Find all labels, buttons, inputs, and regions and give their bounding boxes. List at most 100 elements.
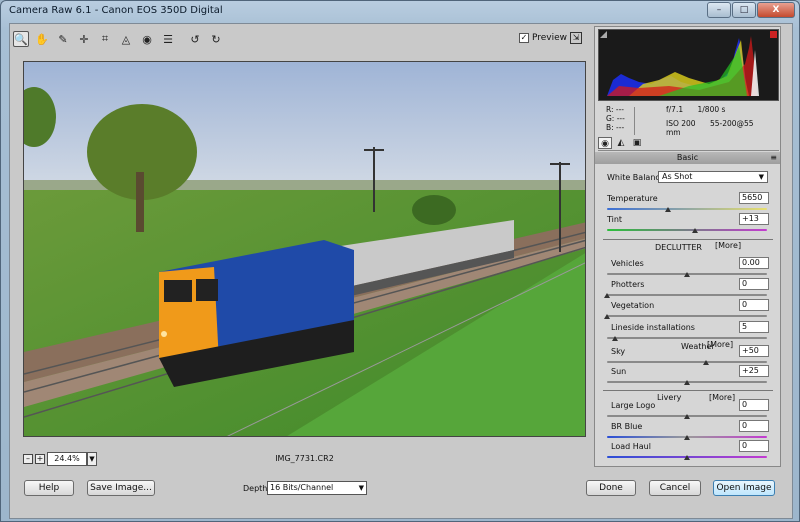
- info-readout: R: --- G: --- B: --- f/7.1 1/800 s ISO 2…: [598, 103, 779, 137]
- white-balance-icon[interactable]: ✎: [55, 31, 71, 47]
- preferences-icon[interactable]: ☰: [160, 31, 176, 47]
- cancel-button[interactable]: Cancel: [649, 480, 701, 496]
- rotate-left-icon[interactable]: ↺: [187, 31, 203, 47]
- close-button[interactable]: X: [757, 2, 795, 18]
- red-eye-icon[interactable]: ◉: [139, 31, 155, 47]
- section-divider: [603, 239, 773, 240]
- preview-checkbox[interactable]: ✓: [519, 33, 529, 43]
- slider-value-field[interactable]: 0.00: [739, 257, 769, 269]
- tool-bar: 🔍 ✋ ✎ ✛ ⌗ ◬ ◉ ☰ ↺ ↻: [13, 29, 589, 49]
- panel-menu-icon[interactable]: ≡: [770, 152, 777, 164]
- white-balance-value: As Shot: [662, 172, 693, 181]
- slider-thumb[interactable]: [684, 435, 690, 440]
- g-value: G: ---: [606, 114, 625, 123]
- slider-track[interactable]: [607, 315, 767, 317]
- rgb-readout: R: --- G: --- B: ---: [606, 105, 625, 132]
- slider-label: Vegetation: [611, 301, 655, 310]
- slider-label: Temperature: [607, 194, 658, 203]
- exif-row-2: ISO 200 55-200@55 mm: [666, 119, 779, 137]
- readout-divider: [634, 107, 635, 135]
- window-title: Camera Raw 6.1 - Canon EOS 350D Digital: [9, 5, 223, 16]
- done-button[interactable]: Done: [586, 480, 636, 496]
- slider-label: Load Haul: [611, 442, 651, 451]
- slider-thumb[interactable]: [684, 455, 690, 460]
- section-title: Basic: [676, 153, 699, 162]
- slider-track[interactable]: [607, 361, 767, 363]
- image-preview[interactable]: [23, 61, 586, 437]
- slider-thumb[interactable]: [692, 228, 698, 233]
- adjustments-panel: R: --- G: --- B: --- f/7.1 1/800 s ISO 2…: [594, 26, 781, 467]
- slider-thumb[interactable]: [684, 272, 690, 277]
- camera-tab-icon[interactable]: ▣: [630, 137, 644, 149]
- color-sampler-icon[interactable]: ✛: [76, 31, 92, 47]
- aperture: f/7.1: [666, 105, 684, 114]
- minimize-button[interactable]: –: [707, 2, 731, 18]
- fullscreen-icon[interactable]: ⇲: [570, 32, 582, 44]
- slider-value-field[interactable]: 0: [739, 399, 769, 411]
- dialog-footer: Help Save Image... Depth: 16 Bits/Channe…: [9, 471, 793, 519]
- slider-track[interactable]: [607, 337, 767, 339]
- depth-select[interactable]: 16 Bits/Channel ▼: [267, 481, 367, 495]
- declutter-heading: DECLUTTER: [655, 243, 702, 252]
- preview-status-bar: – + 24.4% ▼ IMG_7731.CR2: [23, 451, 586, 467]
- chevron-down-icon: ▼: [358, 484, 364, 492]
- slider-value-field[interactable]: +25: [739, 365, 769, 377]
- crop-icon[interactable]: ⌗: [97, 31, 113, 47]
- straighten-icon[interactable]: ◬: [118, 31, 134, 47]
- section-header-basic: Basic ≡: [595, 152, 780, 164]
- slider-value-field[interactable]: 0: [739, 299, 769, 311]
- highlight-clipping-icon[interactable]: [770, 31, 777, 38]
- section-divider: [603, 390, 773, 391]
- title-bar[interactable]: Camera Raw 6.1 - Canon EOS 350D Digital …: [1, 1, 799, 23]
- save-image-button[interactable]: Save Image...: [87, 480, 155, 496]
- chevron-down-icon: ▼: [758, 173, 764, 181]
- slider-track[interactable]: [607, 208, 767, 210]
- slider-value-field[interactable]: 0: [739, 440, 769, 452]
- iso: ISO 200: [666, 119, 696, 128]
- slider-label: Photters: [611, 280, 645, 289]
- maximize-button[interactable]: □: [732, 2, 756, 18]
- slider-thumb[interactable]: [612, 336, 618, 341]
- slider-label: Tint: [607, 215, 623, 224]
- slider-thumb[interactable]: [664, 207, 671, 212]
- open-image-button[interactable]: Open Image: [713, 480, 775, 496]
- preview-toggle[interactable]: ✓ Preview: [519, 33, 567, 43]
- depth-value: 16 Bits/Channel: [270, 483, 334, 492]
- b-value: B: ---: [606, 123, 625, 132]
- hand-icon[interactable]: ✋: [34, 31, 50, 47]
- slider-value-field[interactable]: +13: [739, 213, 769, 225]
- exif-row-1: f/7.1 1/800 s: [666, 105, 737, 114]
- train-photo: [24, 62, 585, 436]
- histogram: [598, 29, 779, 101]
- slider-value-field[interactable]: 5: [739, 321, 769, 333]
- slider-track[interactable]: [607, 294, 767, 296]
- tone-curve-tab-icon[interactable]: ◭: [614, 137, 628, 149]
- white-balance-select[interactable]: As Shot ▼: [658, 171, 768, 183]
- slider-value-field[interactable]: +50: [739, 345, 769, 357]
- panel-tabs: ◉ ◭ ▣: [598, 137, 779, 151]
- slider-track[interactable]: [607, 229, 767, 231]
- help-button[interactable]: Help: [24, 480, 74, 496]
- rotate-right-icon[interactable]: ↻: [208, 31, 224, 47]
- slider-label: Large Logo: [611, 401, 656, 410]
- shutter-speed: 1/800 s: [697, 105, 726, 114]
- slider-label: Sun: [611, 367, 627, 376]
- basic-tab-icon[interactable]: ◉: [598, 137, 612, 149]
- declutter-more-link[interactable]: [More]: [715, 241, 741, 250]
- slider-thumb[interactable]: [684, 380, 690, 385]
- livery-more-link[interactable]: [More]: [709, 393, 735, 402]
- slider-thumb[interactable]: [684, 414, 690, 419]
- slider-value-field[interactable]: 5650: [739, 192, 769, 204]
- zoom-icon[interactable]: 🔍: [13, 31, 29, 47]
- slider-thumb[interactable]: [604, 293, 610, 298]
- slider-thumb[interactable]: [604, 314, 610, 319]
- preview-label: Preview: [532, 33, 568, 43]
- file-name: IMG_7731.CR2: [275, 454, 334, 463]
- slider-thumb[interactable]: [703, 360, 710, 365]
- r-value: R: ---: [606, 105, 625, 114]
- slider-value-field[interactable]: 0: [739, 278, 769, 290]
- slider-label: Vehicles: [611, 259, 644, 268]
- weather-more-link[interactable]: [More]: [707, 340, 733, 349]
- window-controls: – □ X: [707, 2, 795, 18]
- slider-value-field[interactable]: 0: [739, 420, 769, 432]
